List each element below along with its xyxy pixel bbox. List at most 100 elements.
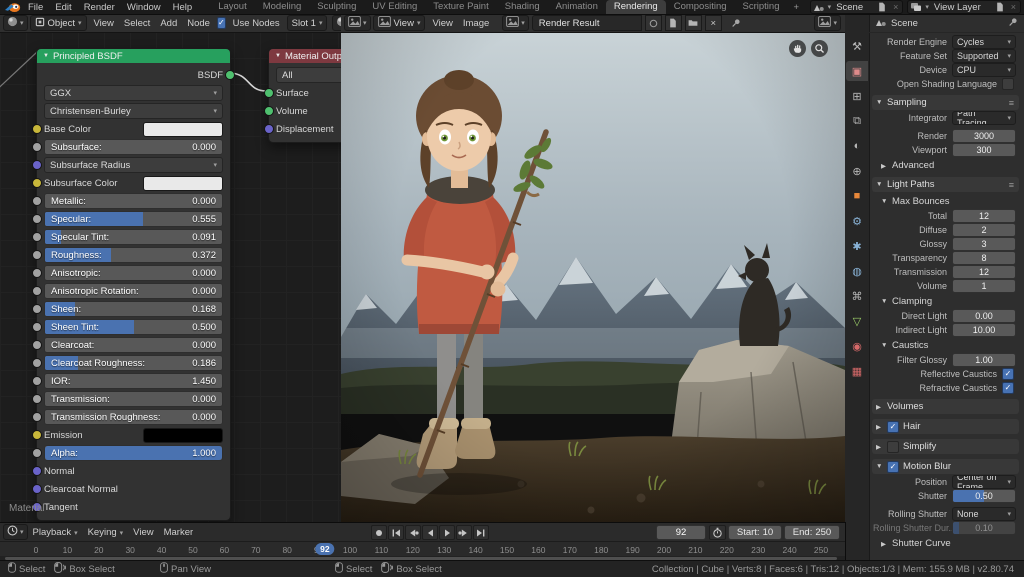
workspace-tab-uv-editing[interactable]: UV Editing bbox=[364, 0, 425, 14]
collapsed-arrow-icon[interactable]: ▶ bbox=[876, 403, 883, 411]
properties-tab-scene[interactable]: ◐ bbox=[846, 136, 868, 156]
pan-hand-button[interactable] bbox=[789, 40, 806, 57]
purple-socket[interactable] bbox=[32, 160, 42, 170]
render-result-view[interactable] bbox=[341, 32, 845, 522]
collapsed-arrow-icon[interactable]: ▶ bbox=[876, 443, 883, 451]
collapsed-arrow-icon[interactable]: ▶ bbox=[876, 423, 883, 431]
value-field-glossy[interactable]: 3 bbox=[952, 237, 1016, 251]
gray-socket[interactable] bbox=[32, 232, 42, 242]
properties-tab-modifiers[interactable]: ⚙ bbox=[846, 211, 868, 231]
pin-icon[interactable] bbox=[730, 18, 742, 28]
section-checkbox-hair[interactable]: ✓ bbox=[887, 421, 899, 433]
dropdown-rolling-shutter[interactable]: None▾ bbox=[952, 507, 1016, 521]
dropdown-render-engine[interactable]: Cycles▾ bbox=[952, 35, 1016, 49]
menu-node[interactable]: Node bbox=[182, 18, 215, 29]
slider-anisotropic[interactable]: Anisotropic:0.000 bbox=[44, 265, 223, 281]
slider-sheen-tint[interactable]: Sheen Tint:0.500 bbox=[44, 319, 223, 335]
principled-node-header[interactable]: ▼ Principled BSDF bbox=[37, 49, 230, 63]
properties-tab-view-layer[interactable]: ⧉ bbox=[846, 111, 868, 131]
remove-view-layer-icon[interactable]: × bbox=[1009, 2, 1018, 12]
expand-arrow-icon[interactable]: ▼ bbox=[881, 342, 888, 349]
purple-socket[interactable] bbox=[264, 124, 274, 134]
record-button[interactable] bbox=[371, 525, 387, 540]
value-field-total[interactable]: 12 bbox=[952, 209, 1016, 223]
slot-dropdown[interactable]: Slot 1 ▾ bbox=[287, 15, 328, 31]
section-sampling[interactable]: ▼Sampling≡ bbox=[872, 95, 1019, 110]
gray-socket[interactable] bbox=[32, 196, 42, 206]
display-channels-button[interactable]: ▾ bbox=[814, 15, 841, 31]
play-rev-button[interactable] bbox=[422, 525, 438, 540]
green-socket[interactable] bbox=[225, 70, 235, 80]
gray-socket[interactable] bbox=[32, 322, 42, 332]
value-field-volume[interactable]: 1 bbox=[952, 279, 1016, 293]
properties-tab-object[interactable]: ■ bbox=[846, 186, 868, 206]
gray-socket[interactable] bbox=[32, 340, 42, 350]
section-hair[interactable]: ▶✓Hair bbox=[872, 419, 1019, 434]
green-socket[interactable] bbox=[264, 106, 274, 116]
jump-end-button[interactable] bbox=[473, 525, 489, 540]
expand-arrow-icon[interactable]: ▼ bbox=[876, 181, 883, 188]
slider-subsurface[interactable]: Subsurface:0.000 bbox=[44, 139, 223, 155]
subsection-max-bounces[interactable]: ▼Max Bounces bbox=[881, 195, 1019, 208]
use-nodes-checkbox[interactable]: ✓ bbox=[217, 17, 226, 29]
section-checkbox-motion-blur[interactable]: ✓ bbox=[887, 461, 899, 473]
expand-arrow-icon[interactable]: ▼ bbox=[881, 198, 888, 205]
editor-type-button[interactable]: ▾ bbox=[344, 15, 371, 31]
properties-tab-physics[interactable]: ◍ bbox=[846, 261, 868, 281]
properties-tab-particles[interactable]: ✱ bbox=[846, 236, 868, 256]
add-workspace-button[interactable]: + bbox=[787, 2, 805, 13]
menu-playback[interactable]: Playback▾ bbox=[28, 527, 83, 538]
slider-transmission-roughness[interactable]: Transmission Roughness:0.000 bbox=[44, 409, 223, 425]
menu-view[interactable]: View bbox=[89, 18, 119, 29]
value-field-direct-light[interactable]: 0.00 bbox=[952, 309, 1016, 323]
expand-arrow-icon[interactable]: ▼ bbox=[881, 298, 888, 305]
checkbox-refractive-caustics[interactable]: ✓ bbox=[1002, 382, 1014, 394]
subsection-advanced[interactable]: ▶Advanced bbox=[881, 159, 1019, 172]
image-name-field[interactable]: Render Result bbox=[532, 15, 642, 31]
gray-socket[interactable] bbox=[32, 304, 42, 314]
green-socket[interactable] bbox=[264, 88, 274, 98]
subsection-shutter-curve[interactable]: ▶Shutter Curve bbox=[881, 537, 1019, 550]
dropdown-subsurface-radius[interactable]: Subsurface Radius▾ bbox=[44, 157, 223, 173]
play-button[interactable] bbox=[439, 525, 455, 540]
fake-user-icon[interactable] bbox=[645, 15, 662, 31]
pin-icon[interactable] bbox=[1008, 17, 1018, 30]
gray-socket[interactable] bbox=[32, 268, 42, 278]
slider-specular[interactable]: Specular:0.555 bbox=[44, 211, 223, 227]
next-key-button[interactable] bbox=[456, 525, 472, 540]
new-view-layer-icon[interactable] bbox=[994, 2, 1006, 12]
principled-bsdf-node[interactable]: ▼ Principled BSDF BSDFGGX▾Christensen-Bu… bbox=[36, 48, 231, 521]
properties-tab-material[interactable]: ◉ bbox=[846, 336, 868, 356]
slider-anisotropic-rotation[interactable]: Anisotropic Rotation:0.000 bbox=[44, 283, 223, 299]
menu-add[interactable]: Add bbox=[155, 18, 182, 29]
prev-key-button[interactable] bbox=[405, 525, 421, 540]
output-node-header[interactable]: ▼ Material Output bbox=[269, 49, 341, 63]
unlink-image-icon[interactable]: × bbox=[705, 15, 722, 31]
value-field-render[interactable]: 3000 bbox=[952, 129, 1016, 143]
dropdown-target[interactable]: All bbox=[276, 67, 341, 83]
unlink-scene-icon[interactable]: × bbox=[891, 2, 900, 12]
new-image-icon[interactable] bbox=[665, 15, 682, 31]
menu-keying[interactable]: Keying▾ bbox=[83, 527, 129, 538]
slider-shutter[interactable]: 0.50 bbox=[952, 489, 1016, 503]
slider-clearcoat-roughness[interactable]: Clearcoat Roughness:0.186 bbox=[44, 355, 223, 371]
workspace-tab-layout[interactable]: Layout bbox=[210, 0, 255, 14]
color-swatch-base-color[interactable] bbox=[143, 122, 223, 137]
dropdown-christensen-burley[interactable]: Christensen-Burley▾ bbox=[44, 103, 223, 119]
blender-logo-icon[interactable] bbox=[4, 1, 22, 13]
image-mode-dropdown[interactable]: View ▾ bbox=[373, 15, 426, 31]
menu-file[interactable]: File bbox=[22, 2, 49, 13]
value-field-viewport[interactable]: 300 bbox=[952, 143, 1016, 157]
section-checkbox-simplify[interactable] bbox=[887, 441, 899, 453]
section-light-paths[interactable]: ▼Light Paths≡ bbox=[872, 177, 1019, 192]
subsection-caustics[interactable]: ▼Caustics bbox=[881, 339, 1019, 352]
menu-image[interactable]: Image bbox=[458, 18, 494, 29]
scene-selector[interactable]: ▾ Scene × bbox=[810, 0, 904, 14]
menu-render[interactable]: Render bbox=[78, 2, 121, 13]
slider-ior[interactable]: IOR:1.450 bbox=[44, 373, 223, 389]
slider-alpha[interactable]: Alpha:1.000 bbox=[44, 445, 223, 461]
gray-socket[interactable] bbox=[32, 394, 42, 404]
yellow-socket[interactable] bbox=[32, 430, 42, 440]
expand-arrow-icon[interactable]: ▼ bbox=[876, 463, 883, 470]
zoom-button[interactable] bbox=[811, 40, 828, 57]
